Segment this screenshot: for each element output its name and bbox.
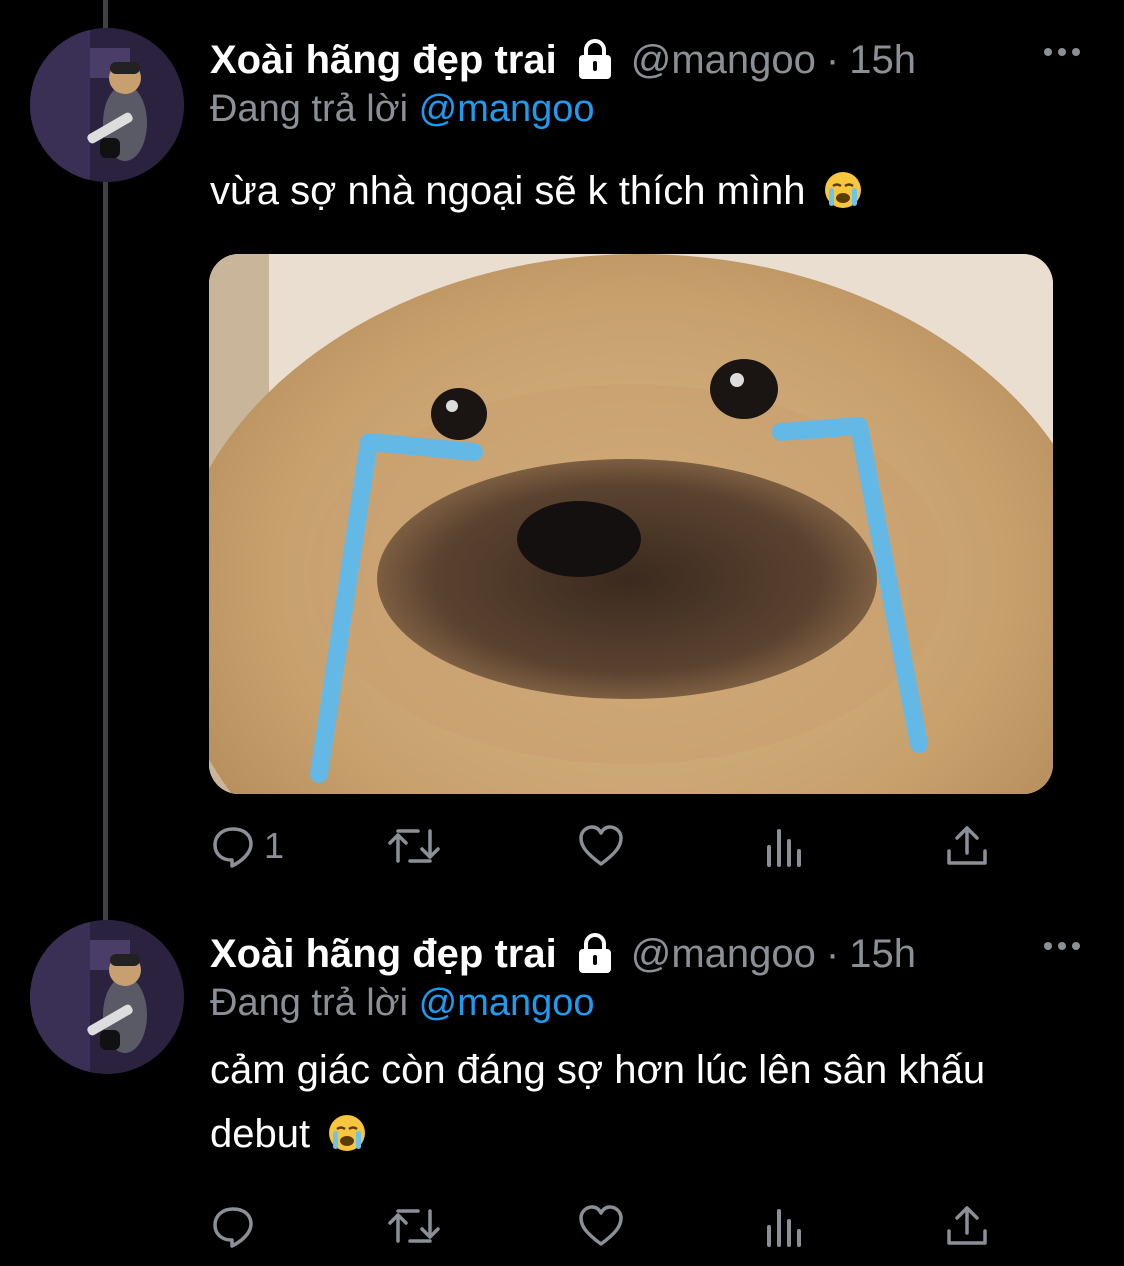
tweet-header: Xoài hãng đẹp trai @mangoo · 15h — [210, 32, 916, 88]
handle[interactable]: @mangoo — [631, 932, 816, 977]
analytics-icon — [767, 829, 801, 867]
avatar[interactable] — [30, 28, 184, 182]
share-button[interactable] — [944, 1198, 990, 1254]
share-button[interactable] — [944, 818, 990, 874]
crying-face-emoji-icon — [824, 172, 861, 208]
tweet-text-content: vừa sợ nhà ngoại sẽ k thích mình — [210, 169, 806, 213]
retweet-icon — [388, 1209, 440, 1243]
retweet-button[interactable] — [386, 818, 442, 874]
share-icon — [947, 1206, 987, 1245]
display-name[interactable]: Xoài hãng đẹp trai — [210, 932, 557, 977]
timestamp[interactable]: 15h — [849, 932, 916, 977]
replying-to-handle[interactable]: @mangoo — [419, 982, 595, 1024]
handle[interactable]: @mangoo — [631, 38, 816, 83]
retweet-button[interactable] — [386, 1198, 442, 1254]
analytics-button[interactable] — [762, 1198, 808, 1254]
share-icon — [947, 826, 987, 865]
display-name[interactable]: Xoài hãng đẹp trai — [210, 38, 557, 83]
reply-count: 1 — [264, 825, 285, 866]
lock-icon — [578, 39, 611, 79]
reply-button[interactable] — [210, 1198, 264, 1254]
replying-label: Đang trả lời — [210, 982, 409, 1024]
replying-to-handle[interactable]: @mangoo — [419, 88, 595, 130]
tweet-actions — [210, 1198, 1010, 1254]
replying-label: Đang trả lời — [210, 88, 409, 130]
avatar[interactable] — [30, 920, 184, 1074]
crying-dog-photo — [209, 254, 1053, 794]
timestamp[interactable]: 15h — [849, 38, 916, 83]
lock-icon — [578, 933, 611, 973]
like-icon — [579, 1205, 623, 1246]
tweet-media-image[interactable] — [209, 254, 1053, 794]
reply-button[interactable]: 1 — [210, 818, 284, 874]
tweet-text: cảm giác còn đáng sợ hơn lúc lên sân khấ… — [210, 1038, 1090, 1166]
avatar-image — [30, 920, 184, 1074]
analytics-icon — [767, 1209, 801, 1247]
analytics-button[interactable] — [762, 818, 808, 874]
separator-dot: · — [825, 931, 840, 976]
crying-face-emoji-icon — [329, 1115, 366, 1151]
reply-icon — [213, 1207, 253, 1248]
like-button[interactable] — [578, 1198, 624, 1254]
tweet-actions: 1 — [210, 818, 1010, 874]
like-icon — [579, 825, 623, 866]
more-icon[interactable] — [1042, 936, 1082, 956]
tweet-text: vừa sợ nhà ngoại sẽ k thích mình — [210, 160, 1090, 222]
retweet-icon — [388, 829, 440, 863]
more-icon[interactable] — [1042, 42, 1082, 62]
replying-to: Đang trả lời @mangoo — [210, 88, 595, 131]
reply-icon — [213, 827, 253, 868]
avatar-image — [30, 28, 184, 182]
separator-dot: · — [825, 37, 840, 82]
like-button[interactable] — [578, 818, 624, 874]
tweet-header: Xoài hãng đẹp trai @mangoo · 15h — [210, 926, 916, 982]
replying-to: Đang trả lời @mangoo — [210, 982, 595, 1025]
